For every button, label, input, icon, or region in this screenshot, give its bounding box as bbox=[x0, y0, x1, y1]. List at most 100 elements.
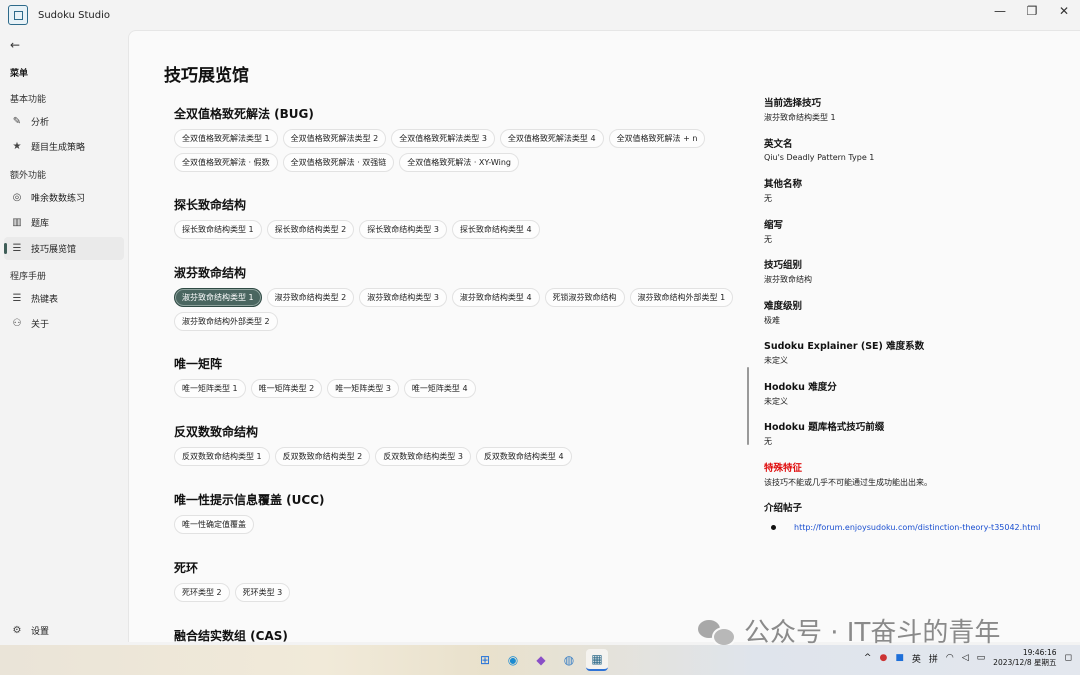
visual-studio-icon[interactable]: ◆ bbox=[530, 649, 552, 671]
technique-chip[interactable]: 全双值格致死解法类型 1 bbox=[174, 129, 278, 148]
app-logo-icon bbox=[8, 5, 28, 25]
library-icon: ▥ bbox=[12, 217, 22, 228]
technique-chip[interactable]: 全双值格致死解法 · 双强链 bbox=[282, 153, 395, 172]
start-icon[interactable]: ⊞ bbox=[474, 649, 496, 671]
app-title: Sudoku Studio bbox=[38, 9, 111, 21]
vertical-scrollbar[interactable] bbox=[747, 367, 749, 445]
technique-chip[interactable]: 唯一矩阵类型 4 bbox=[403, 379, 476, 398]
pencil-icon: ✎ bbox=[12, 116, 22, 127]
detail-value: 无 bbox=[764, 437, 772, 446]
battery-icon[interactable]: ▭ bbox=[977, 653, 986, 663]
app-tray-icon[interactable]: ■ bbox=[895, 653, 904, 663]
technique-chip[interactable]: 反双数致命结构类型 4 bbox=[475, 447, 572, 466]
technique-chip[interactable]: 反双数致命结构类型 1 bbox=[174, 447, 270, 466]
technique-chip[interactable]: 唯一性确定值覆盖 bbox=[174, 515, 254, 534]
sidebar-item-label: 题目生成策略 bbox=[31, 143, 86, 153]
sidebar-item-technique-gallery[interactable]: ☰ 技巧展览馆 bbox=[4, 237, 124, 260]
technique-group: 淑芬致命结构 淑芬致命结构类型 1 淑芬致命结构类型 2 淑芬致命结构类型 3 淑芬致命… bbox=[174, 264, 754, 331]
sidebar-item-label: 唯余数数练习 bbox=[31, 194, 86, 204]
technique-group: 唯一矩阵唯一矩阵类型 1 唯一矩阵类型 2 唯一矩阵类型 3 唯一矩阵类型 4 bbox=[174, 355, 754, 398]
ime-mode[interactable]: 拼 bbox=[929, 652, 938, 665]
edge-icon[interactable]: ◉ bbox=[502, 649, 524, 671]
technique-chip-list: 全双值格致死解法类型 1 全双值格致死解法类型 2 全双值格致死解法类型 3 全双值格… bbox=[174, 129, 754, 172]
detail-label: 英文名 bbox=[764, 138, 793, 150]
technique-chip[interactable]: 探长致命结构类型 4 bbox=[451, 220, 540, 239]
group-title: 全双值格致死解法 (BUG) bbox=[174, 107, 314, 121]
technique-chip[interactable]: 淑芬致命结构外部类型 2 bbox=[174, 312, 278, 331]
ime-language[interactable]: 英 bbox=[912, 652, 921, 665]
sidebar-item-hotkeys[interactable]: ☰ 热键表 bbox=[4, 287, 124, 310]
technique-chip[interactable]: 淑芬致命结构类型 3 bbox=[359, 288, 447, 307]
detail-label: Sudoku Explainer (SE) 难度系数 bbox=[764, 341, 925, 352]
technique-chip[interactable]: 探长致命结构类型 1 bbox=[174, 220, 262, 239]
technique-chip[interactable]: 唯一矩阵类型 1 bbox=[174, 379, 246, 398]
technique-chip[interactable]: 唯一矩阵类型 3 bbox=[327, 379, 399, 398]
sidebar: ← 菜单 基本功能 ✎ 分析 ★ 题目生成策略 额外功能 ◎ 唯余数数练习 ▥ … bbox=[0, 30, 128, 642]
sudoku-studio-taskbar-icon[interactable]: ▦ bbox=[586, 649, 608, 671]
wifi-icon[interactable]: ◠ bbox=[946, 653, 954, 663]
group-title: 死环 bbox=[174, 561, 199, 575]
technique-chip-list: 反双数致命结构类型 1 反双数致命结构类型 2 反双数致命结构类型 3 反双数致命结构… bbox=[174, 447, 754, 466]
tray-overflow-icon[interactable]: ^ bbox=[864, 653, 872, 663]
sidebar-item-practice[interactable]: ◎ 唯余数数练习 bbox=[4, 186, 124, 209]
technique-chip-selected[interactable]: 淑芬致命结构类型 1 bbox=[174, 288, 262, 307]
sidebar-item-label: 关于 bbox=[31, 320, 50, 330]
sidebar-item-generation-strategy[interactable]: ★ 题目生成策略 bbox=[4, 135, 124, 158]
detail-label: 难度级别 bbox=[764, 300, 803, 312]
clock-time: 19:46:16 bbox=[1022, 648, 1057, 657]
group-title: 淑芬致命结构 bbox=[174, 266, 247, 280]
technique-chip[interactable]: 反双数致命结构类型 3 bbox=[375, 447, 471, 466]
sidebar-item-library[interactable]: ▥ 题库 bbox=[4, 211, 124, 234]
detail-label: 其他名称 bbox=[764, 179, 803, 190]
technique-chip[interactable]: 全双值格致死解法 + n bbox=[608, 129, 706, 148]
technique-chip[interactable]: 唯一矩阵类型 2 bbox=[250, 379, 323, 398]
technique-chip-list: 死环类型 2 死环类型 3 bbox=[174, 583, 754, 602]
notification-icon[interactable]: ◻ bbox=[1065, 653, 1072, 663]
intro-link[interactable]: http://forum.enjoysudoku.com/distinction… bbox=[794, 523, 1040, 532]
detail-panel: 当前选择技巧 淑芬致命结构类型 1 英文名 Qiu's Deadly Pattern … bbox=[764, 95, 1064, 532]
technique-chip[interactable]: 死环类型 3 bbox=[234, 583, 291, 602]
clock[interactable]: 19:46:16 2023/12/8 星期五 bbox=[993, 648, 1056, 668]
group-title: 唯一矩阵 bbox=[174, 357, 223, 371]
group-title: 唯一性提示信息覆盖 (UCC) bbox=[174, 493, 325, 507]
technique-chip[interactable]: 死锁淑芬致命结构 bbox=[544, 288, 625, 307]
technique-chip[interactable]: 淑芬致命结构类型 2 bbox=[266, 288, 355, 307]
technique-chip[interactable]: 淑芬致命结构外部类型 1 bbox=[629, 288, 734, 307]
technique-group: 反双数致命结构 反双数致命结构类型 1 反双数致命结构类型 2 反双数致命结构类型 3… bbox=[174, 423, 754, 466]
detail-value: 极难 bbox=[764, 315, 780, 325]
technique-chip[interactable]: 死环类型 2 bbox=[174, 583, 230, 602]
detail-label: 技巧组别 bbox=[764, 260, 803, 271]
sidebar-item-settings[interactable]: ⚙ 设置 bbox=[4, 620, 124, 640]
maximize-button[interactable]: ❐ bbox=[1016, 0, 1048, 22]
technique-chip[interactable]: 全双值格致死解法类型 2 bbox=[282, 129, 387, 148]
minimize-button[interactable]: — bbox=[984, 0, 1016, 22]
group-title: 融合结实数组 (CAS) bbox=[174, 629, 288, 642]
globe-icon[interactable]: ◍ bbox=[558, 649, 580, 671]
volume-icon[interactable]: ◁ bbox=[962, 653, 969, 663]
sidebar-item-label: 题库 bbox=[31, 219, 50, 229]
technique-chip[interactable]: 全双值格致死解法类型 4 bbox=[499, 129, 604, 148]
sidebar-item-label: 分析 bbox=[31, 118, 50, 128]
detail-label: 缩写 bbox=[764, 219, 784, 231]
mic-icon[interactable]: ● bbox=[879, 653, 887, 663]
section-header-extra: 额外功能 bbox=[10, 171, 47, 181]
main-content: 技巧展览馆 全双值格致死解法 (BUG) 全双值格致死解法类型 1 全双值格致死解法… bbox=[128, 30, 1080, 642]
technique-chip[interactable]: 反双数致命结构类型 2 bbox=[274, 447, 371, 466]
technique-chip[interactable]: 全双值格致死解法 · XY-Wing bbox=[399, 153, 519, 172]
intro-link-item: http://forum.enjoysudoku.com/distinction… bbox=[771, 523, 1064, 532]
technique-chip[interactable]: 探长致命结构类型 2 bbox=[266, 220, 355, 239]
sidebar-item-analyze[interactable]: ✎ 分析 bbox=[4, 110, 124, 133]
close-button[interactable]: ✕ bbox=[1048, 0, 1080, 22]
technique-chip[interactable]: 淑芬致命结构类型 4 bbox=[451, 288, 540, 307]
gear-icon: ⚙ bbox=[12, 624, 22, 636]
sidebar-item-about[interactable]: ⚇ 关于 bbox=[4, 312, 124, 335]
technique-chip[interactable]: 全双值格致死解法类型 3 bbox=[391, 129, 495, 148]
detail-value: 该技巧不能或几乎不可能通过生成功能出出来。 bbox=[764, 477, 932, 487]
technique-chip[interactable]: 探长致命结构类型 3 bbox=[359, 220, 447, 239]
technique-chip-list: 唯一矩阵类型 1 唯一矩阵类型 2 唯一矩阵类型 3 唯一矩阵类型 4 bbox=[174, 379, 754, 398]
technique-chip[interactable]: 全双值格致死解法 · 假数 bbox=[174, 153, 278, 172]
title-bar: Sudoku Studio — ❐ ✕ bbox=[0, 0, 1080, 30]
sidebar-item-label: 技巧展览馆 bbox=[31, 245, 77, 255]
detail-value: 无 bbox=[764, 194, 772, 203]
back-arrow-icon[interactable]: ← bbox=[10, 38, 20, 52]
